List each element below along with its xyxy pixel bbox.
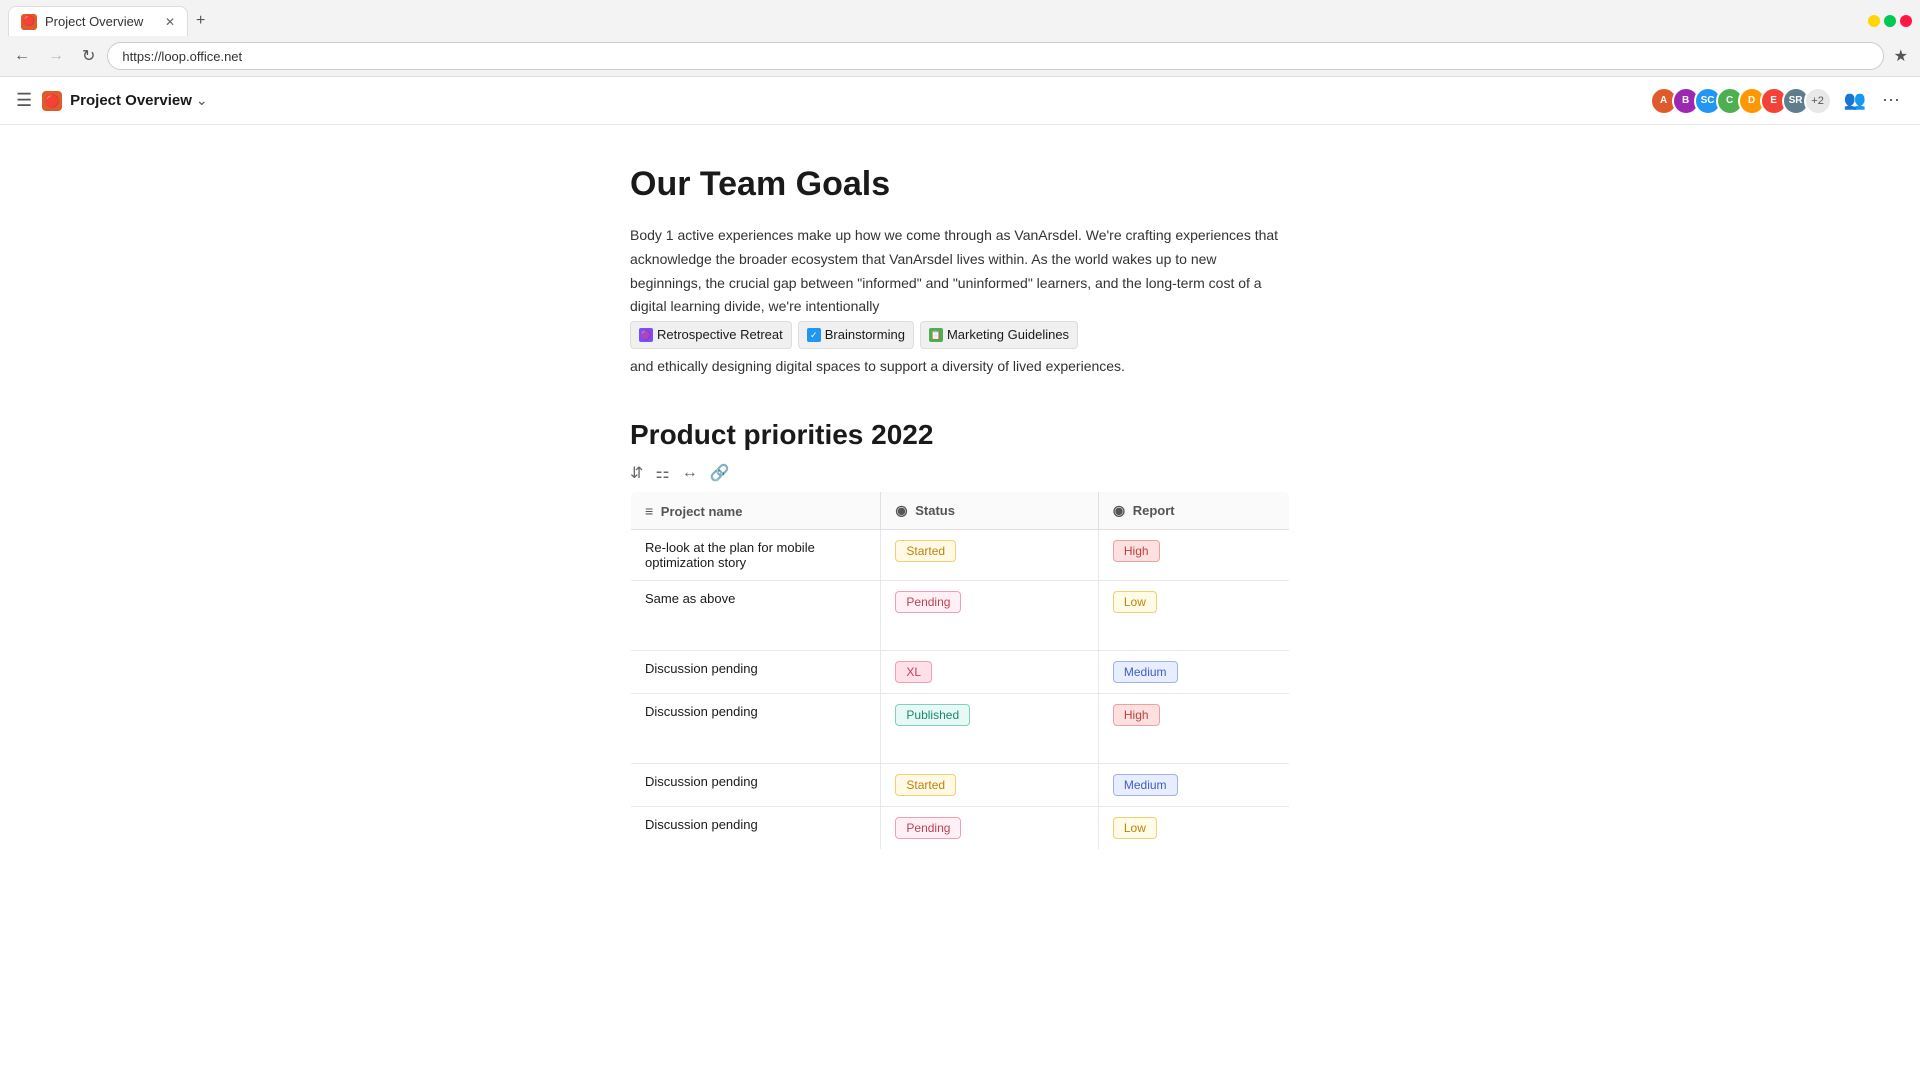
chip-marketing-icon: 📋: [929, 328, 943, 342]
bookmark-icon[interactable]: ★: [1890, 42, 1912, 70]
page-content: Our Team Goals Body 1 active experiences…: [610, 125, 1310, 910]
table-cell-report: Low: [1098, 807, 1289, 850]
status-badge: Pending: [895, 817, 961, 839]
report-badge: High: [1113, 704, 1160, 726]
table-cell-status: XL: [881, 651, 1098, 694]
report-badge: Low: [1113, 817, 1157, 839]
page-heading: Our Team Goals: [630, 165, 1290, 204]
col-header-status: ◉ Status: [881, 492, 1098, 530]
col-status-icon: ◉: [895, 502, 907, 518]
table-cell-project: Re-look at the plan for mobile optimizat…: [631, 530, 881, 581]
table-cell-project: Same as above: [631, 581, 881, 651]
col-project-label: Project name: [661, 504, 743, 519]
col-header-project: ≡ Project name: [631, 492, 881, 530]
table-toolbar: ⇵ ⚏ ↔ 🔗: [630, 463, 1290, 483]
chip-retrospective[interactable]: 🟣 Retrospective Retreat: [630, 321, 792, 349]
app-bar: ☰ 🔴 Project Overview ⌄ A B SC C D E SR +…: [0, 77, 1920, 125]
window-controls: [1868, 15, 1912, 27]
app-bar-right: A B SC C D E SR +2 👥 ⋯: [1650, 86, 1904, 115]
chip-brainstorming-icon: ✓: [807, 328, 821, 342]
settings-icon[interactable]: 🔗: [710, 463, 730, 483]
table-cell-project: Discussion pending: [631, 764, 881, 807]
back-button[interactable]: ←: [8, 43, 36, 69]
table-cell-report: High: [1098, 530, 1289, 581]
status-badge: XL: [895, 661, 932, 683]
inline-links: 🟣 Retrospective Retreat ✓ Brainstorming …: [630, 321, 1078, 349]
maximize-button[interactable]: [1884, 15, 1896, 27]
body-text-2: and ethically designing digital spaces t…: [630, 355, 1290, 379]
chip-brainstorming[interactable]: ✓ Brainstorming: [798, 321, 914, 349]
report-badge: High: [1113, 540, 1160, 562]
table-cell-project: Discussion pending: [631, 694, 881, 764]
title-bar: 🔴 Project Overview ✕ +: [0, 0, 1920, 36]
table-cell-status: Published: [881, 694, 1098, 764]
table-cell-report: Medium: [1098, 764, 1289, 807]
col-report-label: Report: [1133, 503, 1175, 518]
table-cell-project: Discussion pending: [631, 651, 881, 694]
tab-favicon: 🔴: [21, 14, 37, 30]
table-cell-report: Low: [1098, 581, 1289, 651]
url-text: https://loop.office.net: [122, 49, 242, 64]
sidebar-toggle-button[interactable]: ☰: [16, 90, 32, 111]
table-cell-status: Started: [881, 530, 1098, 581]
chip-retrospective-icon: 🟣: [639, 328, 653, 342]
table-cell-project: Discussion pending: [631, 807, 881, 850]
priorities-table: ≡ Project name ◉ Status ◉ Report Re-look…: [630, 491, 1290, 850]
col-report-icon: ◉: [1113, 502, 1125, 518]
table-cell-report: Medium: [1098, 651, 1289, 694]
table-cell-status: Pending: [881, 581, 1098, 651]
report-badge: Low: [1113, 591, 1157, 613]
reload-button[interactable]: ↻: [76, 42, 101, 70]
chip-marketing-label: Marketing Guidelines: [947, 324, 1069, 346]
chip-marketing[interactable]: 📋 Marketing Guidelines: [920, 321, 1078, 349]
nav-bar: ← → ↻ https://loop.office.net ★: [0, 36, 1920, 76]
tab-close-btn[interactable]: ✕: [165, 15, 175, 29]
table-cell-status: Pending: [881, 807, 1098, 850]
avatar-overflow-count: +2: [1804, 87, 1832, 115]
chip-retrospective-label: Retrospective Retreat: [657, 324, 783, 346]
app-title-chevron-icon[interactable]: ⌄: [196, 92, 208, 109]
app-title: Project Overview: [70, 92, 192, 109]
status-badge: Pending: [895, 591, 961, 613]
close-button[interactable]: [1900, 15, 1912, 27]
chip-brainstorming-label: Brainstorming: [825, 324, 905, 346]
sort-icon[interactable]: ⇵: [630, 463, 643, 483]
more-options-button[interactable]: ⋯: [1878, 86, 1904, 115]
minimize-button[interactable]: [1868, 15, 1880, 27]
table-cell-status: Started: [881, 764, 1098, 807]
report-badge: Medium: [1113, 661, 1178, 683]
col-project-icon: ≡: [645, 503, 653, 519]
col-status-label: Status: [915, 503, 955, 518]
report-badge: Medium: [1113, 774, 1178, 796]
body-text-1: Body 1 active experiences make up how we…: [630, 224, 1290, 351]
sidebar-icon: ☰: [16, 90, 32, 110]
avatar-group: A B SC C D E SR +2: [1650, 87, 1832, 115]
forward-button[interactable]: →: [42, 43, 70, 69]
address-bar[interactable]: https://loop.office.net: [107, 42, 1883, 70]
browser-chrome: 🔴 Project Overview ✕ + ← → ↻ https://loo…: [0, 0, 1920, 77]
new-tab-button[interactable]: +: [188, 8, 213, 34]
people-settings-button[interactable]: 👥: [1840, 86, 1870, 115]
status-badge: Published: [895, 704, 970, 726]
tab-label: Project Overview: [45, 14, 157, 29]
section-heading: Product priorities 2022: [630, 419, 1290, 451]
expand-icon[interactable]: ↔: [682, 464, 698, 482]
filter-icon[interactable]: ⚏: [655, 463, 669, 483]
browser-tab[interactable]: 🔴 Project Overview ✕: [8, 6, 188, 36]
status-badge: Started: [895, 540, 956, 562]
status-badge: Started: [895, 774, 956, 796]
col-header-report: ◉ Report: [1098, 492, 1289, 530]
app-favicon: 🔴: [42, 91, 62, 111]
table-cell-report: High: [1098, 694, 1289, 764]
